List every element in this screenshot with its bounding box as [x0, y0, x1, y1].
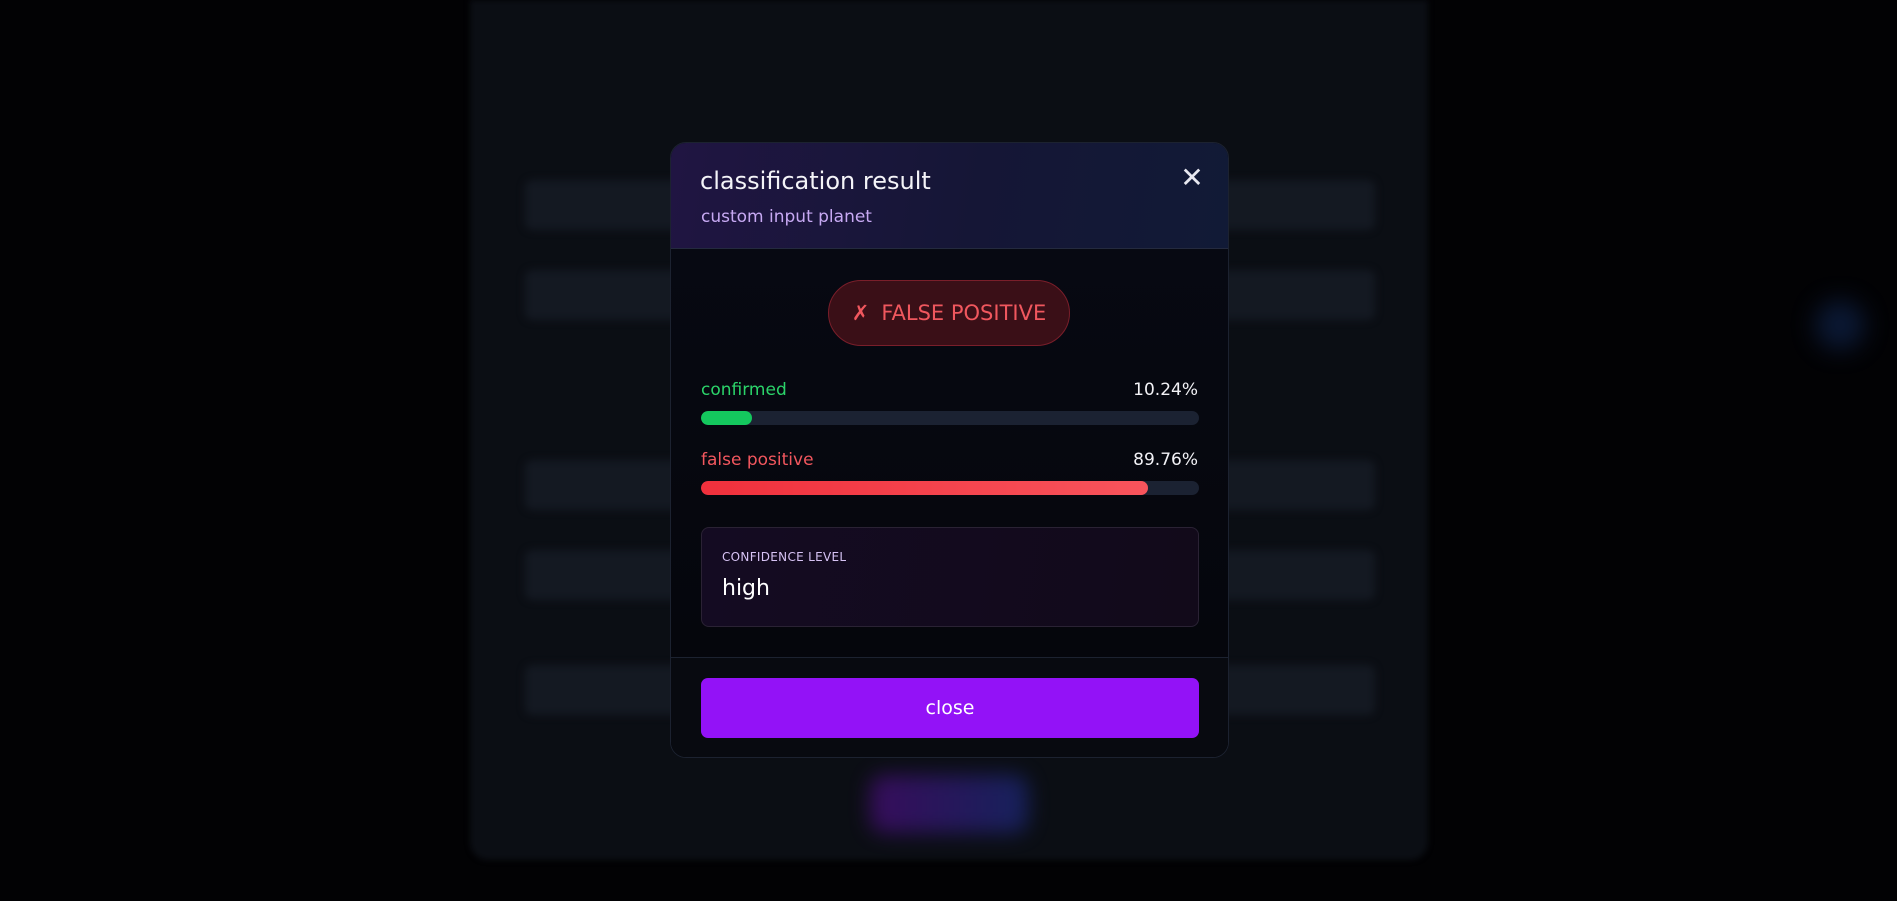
false-positive-progress-track — [701, 481, 1199, 495]
confidence-value: high — [722, 576, 770, 601]
background-floating-dot — [1815, 300, 1865, 350]
x-mark-icon: ✗ — [851, 301, 870, 325]
confirmed-progress-track — [701, 411, 1199, 425]
close-button[interactable]: close — [701, 678, 1199, 738]
confirmed-progress-fill — [701, 411, 752, 425]
confidence-label: CONFIDENCE LEVEL — [722, 550, 847, 564]
verdict-label: FALSE POSITIVE — [881, 301, 1047, 325]
false-positive-label: false positive — [701, 450, 814, 470]
modal-header: classification result custom input plane… — [671, 143, 1228, 249]
confirmed-label: confirmed — [701, 380, 787, 400]
classification-result-modal: classification result custom input plane… — [670, 142, 1229, 758]
close-icon[interactable]: ✕ — [1179, 164, 1205, 192]
modal-subtitle: custom input planet — [701, 207, 872, 227]
false-positive-progress-fill — [701, 481, 1148, 495]
background-submit-button — [870, 775, 1028, 833]
verdict-badge: ✗ FALSE POSITIVE — [828, 280, 1070, 346]
confirmed-value: 10.24% — [1133, 380, 1198, 400]
false-positive-value: 89.76% — [1133, 450, 1198, 470]
confidence-card: CONFIDENCE LEVEL high — [701, 527, 1199, 627]
modal-footer: close — [671, 657, 1228, 757]
modal-title: classification result — [700, 167, 931, 195]
